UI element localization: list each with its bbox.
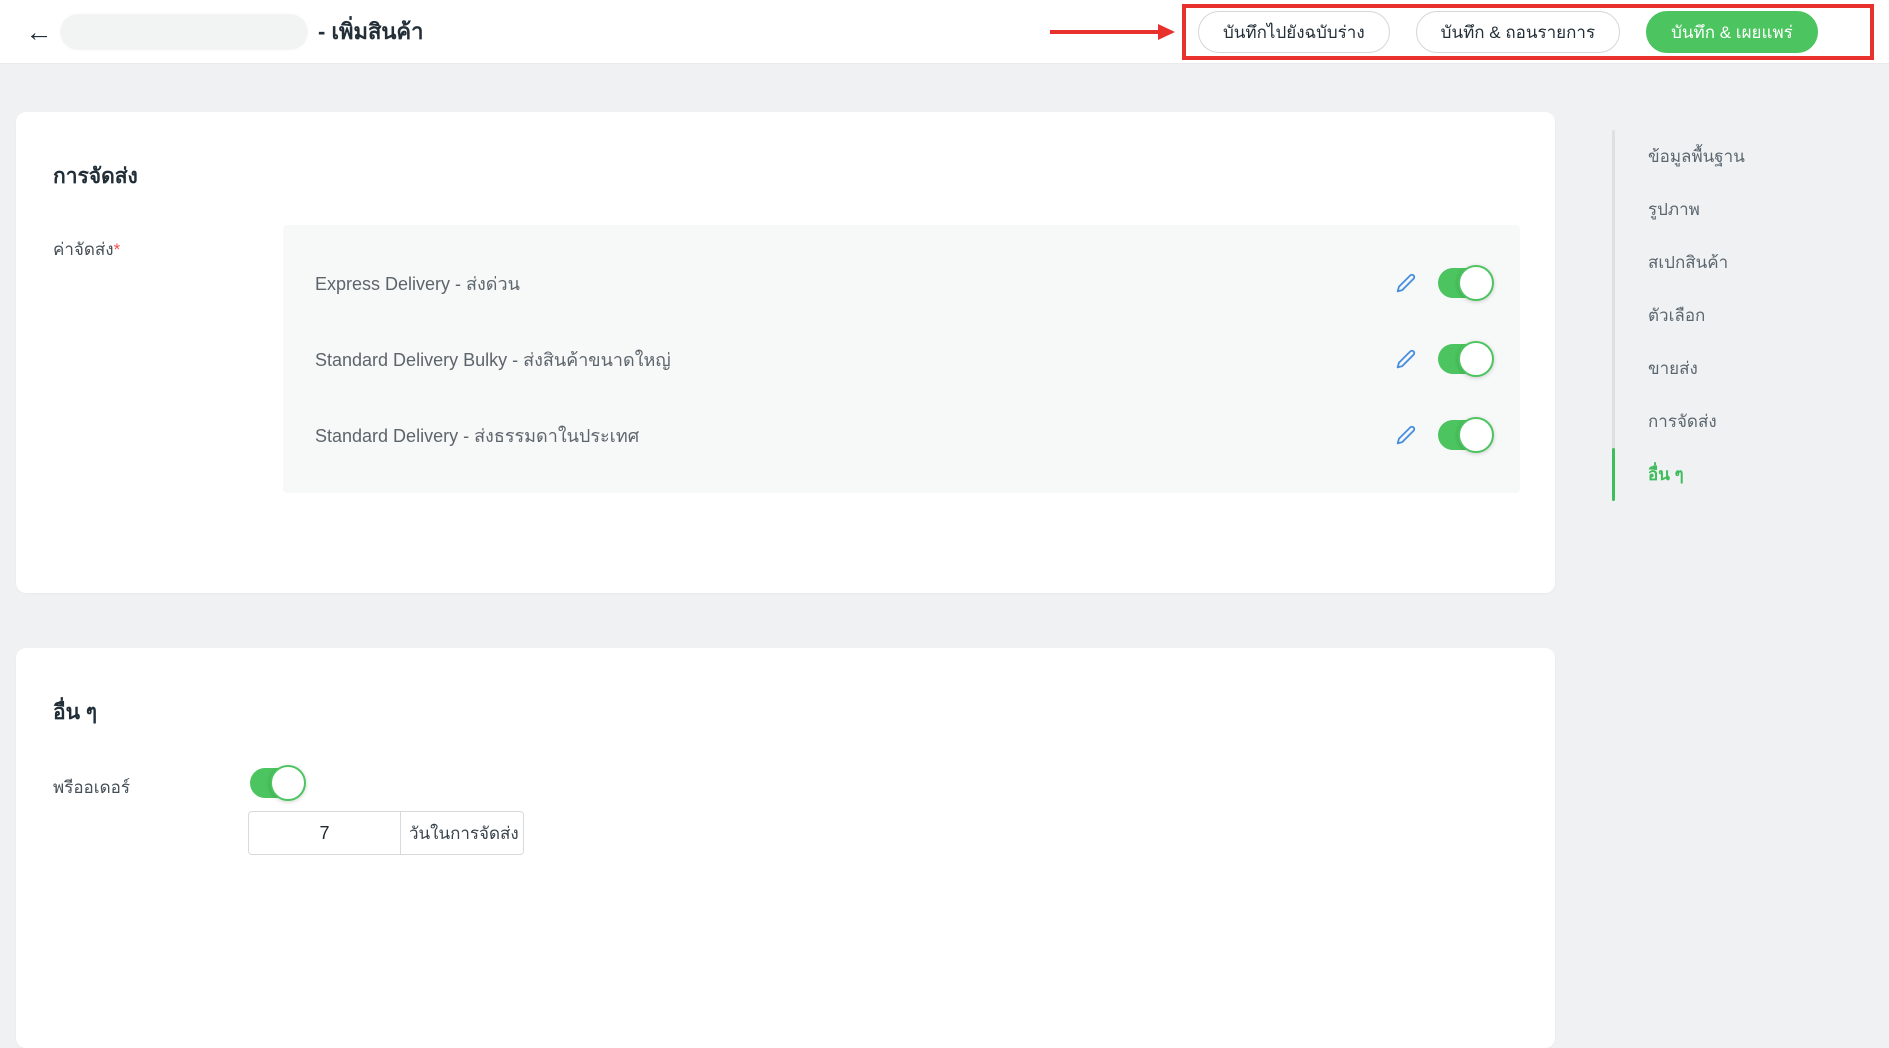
preorder-days-group: วันในการจัดส่ง [248, 811, 524, 855]
page-title: - เพิ่มสินค้า [318, 19, 424, 44]
shipping-option-row: Standard Delivery Bulky - ส่งสินค้าขนาดใ… [283, 321, 1520, 397]
preorder-label: พรีออเดอร์ [53, 778, 130, 797]
shipping-fee-label-text: ค่าจัดส่ง [53, 240, 114, 259]
shipping-option-label: Express Delivery - ส่งด่วน [315, 273, 520, 294]
shipping-card: การจัดส่ง ค่าจัดส่ง* Express Delivery - … [16, 112, 1555, 593]
shipping-option-toggle[interactable] [1438, 265, 1494, 301]
shipping-option-label: Standard Delivery Bulky - ส่งสินค้าขนาดใ… [315, 349, 671, 370]
shipping-option-toggle[interactable] [1438, 417, 1494, 453]
shipping-option-row: Express Delivery - ส่งด่วน [283, 245, 1520, 321]
pencil-edit-icon [1396, 349, 1416, 369]
preorder-toggle[interactable] [250, 765, 306, 801]
edit-shipping-option-button[interactable] [1394, 271, 1418, 295]
nav-item-basic-info[interactable]: ข้อมูลพื้นฐาน [1612, 130, 1882, 183]
edit-shipping-option-button[interactable] [1394, 347, 1418, 371]
toggle-knob [270, 765, 306, 801]
preorder-days-input[interactable] [249, 812, 401, 854]
nav-item-product-spec[interactable]: สเปกสินค้า [1612, 236, 1882, 289]
nav-rail [1612, 130, 1615, 501]
pencil-edit-icon [1396, 425, 1416, 445]
section-anchor-nav: ข้อมูลพื้นฐาน รูปภาพ สเปกสินค้า ตัวเลือก… [1612, 130, 1882, 501]
redacted-shop-name [60, 14, 308, 50]
shipping-options-panel: Express Delivery - ส่งด่วน Standard Deli… [283, 225, 1520, 493]
annotation-red-box: บันทึกไปยังฉบับร่าง บันทึก & ถอนรายการ บ… [1182, 4, 1874, 60]
top-bar: ← - เพิ่มสินค้า บันทึกไปยังฉบับร่าง บันท… [0, 0, 1889, 64]
nav-item-wholesale[interactable]: ขายส่ง [1612, 342, 1882, 395]
save-and-delist-button[interactable]: บันทึก & ถอนรายการ [1415, 11, 1621, 53]
shipping-card-title: การจัดส่ง [53, 165, 138, 188]
toggle-knob [1458, 417, 1494, 453]
nav-item-others[interactable]: อื่น ๆ [1612, 448, 1882, 501]
toggle-knob [1458, 265, 1494, 301]
shipping-option-toggle[interactable] [1438, 341, 1494, 377]
nav-rail-active-indicator [1612, 448, 1615, 501]
shipping-option-label: Standard Delivery - ส่งธรรมดาในประเทศ [315, 425, 640, 446]
shipping-option-row: Standard Delivery - ส่งธรรมดาในประเทศ [283, 397, 1520, 473]
others-card-title: อื่น ๆ [53, 701, 98, 724]
preorder-days-unit: วันในการจัดส่ง [409, 823, 519, 843]
nav-item-shipping[interactable]: การจัดส่ง [1612, 395, 1882, 448]
back-button[interactable]: ← [20, 13, 58, 51]
save-to-draft-button[interactable]: บันทึกไปยังฉบับร่าง [1198, 11, 1390, 53]
arrow-left-icon: ← [25, 17, 53, 47]
nav-item-images[interactable]: รูปภาพ [1612, 183, 1882, 236]
shipping-fee-label: ค่าจัดส่ง* [53, 236, 120, 263]
nav-item-options[interactable]: ตัวเลือก [1612, 289, 1882, 342]
annotation-red-arrow-icon [1050, 24, 1175, 40]
pencil-edit-icon [1396, 273, 1416, 293]
edit-shipping-option-button[interactable] [1394, 423, 1418, 447]
save-and-publish-button[interactable]: บันทึก & เผยแพร่ [1646, 11, 1818, 53]
others-card: อื่น ๆ พรีออเดอร์ วันในการจัดส่ง [16, 648, 1555, 1048]
toggle-knob [1458, 341, 1494, 377]
required-asterisk: * [113, 240, 121, 259]
